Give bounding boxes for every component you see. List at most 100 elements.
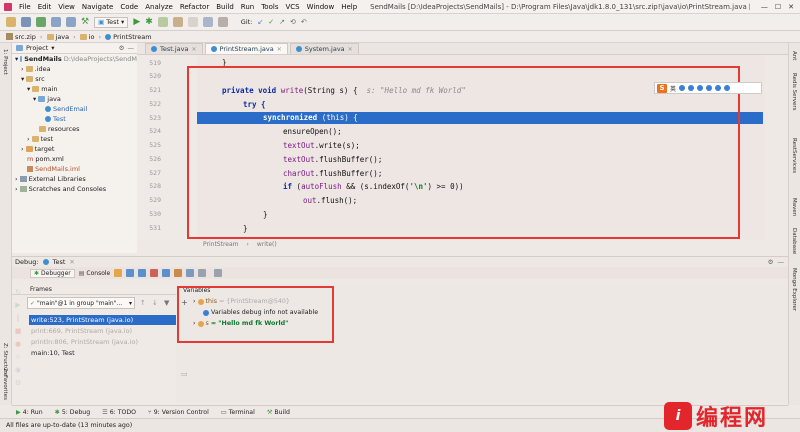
menu-file[interactable]: File [19,3,31,11]
git-revert-icon[interactable]: ↶ [301,18,307,26]
ime-tools-icon[interactable] [724,85,731,91]
tree-item-test[interactable]: › test [12,134,137,144]
tab-run[interactable]: ▶ 4: Run [16,409,43,416]
tab-version-control[interactable]: ⑂ 9: Version Control [148,409,209,416]
tree-item-sendemail[interactable]: SendEmail [12,104,137,114]
ime-voice-icon[interactable] [697,85,704,91]
run-icon[interactable]: ▶ [133,17,140,27]
git-update-icon[interactable]: ↙ [257,18,263,26]
thread-select[interactable]: ✓ "main"@1 in group "main"... ▾ [27,297,135,309]
tree-item-idea[interactable]: › .idea [12,64,137,74]
tab-todo[interactable]: ☰ 6: TODO [102,409,136,416]
close-icon[interactable]: ✕ [348,46,353,53]
frame-item[interactable]: write:523, PrintStream (java.io) [29,315,176,325]
step-into-icon[interactable] [138,269,147,277]
coverage-icon[interactable] [157,17,168,27]
breadcrumb-src-zip[interactable]: src.zip [6,33,36,41]
breadcrumb-class[interactable]: PrintStream [203,241,239,251]
frame-up-icon[interactable]: ↑ [140,299,146,307]
project-tool-tab[interactable]: 1: Project [2,49,8,75]
tab-console[interactable]: ▤ Console [79,270,111,277]
forward-icon[interactable] [66,17,76,27]
gear-icon[interactable]: ⚙ [119,44,125,52]
tree-item-scratches[interactable]: › Scratches and Consoles [12,184,137,194]
tree-item-resources[interactable]: resources [12,124,137,134]
frame-item[interactable]: println:806, PrintStream (java.io) [29,337,176,347]
hide-panel-icon[interactable]: — [128,44,138,52]
frame-item[interactable]: print:669, PrintStream (java.io) [29,326,176,336]
tab-printstream-java[interactable]: PrintStream.java ✕ [204,43,288,54]
evaluate-icon[interactable] [198,269,207,277]
run-to-cursor-icon[interactable] [186,269,195,277]
profile-icon[interactable] [172,17,183,27]
menu-run[interactable]: Run [241,3,254,11]
menu-window[interactable]: Window [307,3,335,11]
favorites-tool-tab[interactable]: 2: Favorites [2,368,8,400]
git-push-icon[interactable]: ↗ [279,18,285,26]
search-everywhere-icon[interactable] [217,17,228,27]
close-icon[interactable]: ✕ [277,46,282,53]
build-icon[interactable]: ⚒ [81,17,89,27]
tab-system-java[interactable]: System.java ✕ [289,43,359,54]
database-tool-tab[interactable]: Database [791,228,797,254]
project-header-label[interactable]: Project [26,44,48,52]
menu-vcs[interactable]: VCS [285,3,299,11]
run-config-select[interactable]: ▣ Test ▾ [94,16,129,28]
close-icon[interactable]: ✕ [192,46,197,53]
tree-item-pom[interactable]: m pom.xml [12,154,137,164]
git-commit-icon[interactable]: ✓ [268,18,274,26]
project-structure-icon[interactable] [202,17,213,27]
tree-item-iml[interactable]: SendMails.iml [12,164,137,174]
menu-help[interactable]: Help [341,3,357,11]
ime-emoji-icon[interactable] [688,85,695,91]
stop-icon[interactable] [187,17,198,27]
tab-build[interactable]: ⚒ Build [267,409,290,416]
tree-item-external-libraries[interactable]: › External Libraries [12,174,137,184]
restservices-tool-tab[interactable]: RestServices [791,138,797,173]
menu-refactor[interactable]: Refactor [180,3,209,11]
close-button[interactable]: ✕ [788,3,800,11]
maximize-button[interactable]: ☐ [775,3,781,11]
maven-tool-tab[interactable]: Maven [791,198,797,216]
gear-icon[interactable]: ⚙ [768,258,774,266]
tree-item-java[interactable]: ▾ java [12,94,137,104]
menu-edit[interactable]: Edit [38,3,52,11]
tree-item-test-class[interactable]: Test [12,114,137,124]
ime-punct-icon[interactable] [679,85,686,91]
menu-analyze[interactable]: Analyze [145,3,173,11]
breadcrumb-printstream[interactable]: PrintStream [105,33,152,41]
ime-keyboard-icon[interactable] [706,85,713,91]
menu-tools[interactable]: Tools [261,3,278,11]
mongo-tool-tab[interactable]: Mongo Explorer [791,268,797,311]
debug-config-name[interactable]: Test [53,258,66,266]
menu-build[interactable]: Build [216,3,234,11]
back-icon[interactable] [51,17,61,27]
tree-item-src[interactable]: ▾ src [12,74,137,84]
ime-mode-icon[interactable]: 英 [670,84,676,93]
save-icon[interactable] [21,17,31,27]
tab-test-java[interactable]: Test.java ✕ [145,43,203,54]
filter-icon[interactable]: ▼ [164,299,169,307]
tab-debug[interactable]: ✱ 5: Debug [55,409,91,416]
drop-frame-icon[interactable] [174,269,183,277]
tab-terminal[interactable]: ▭ Terminal [221,409,255,416]
force-step-into-icon[interactable] [150,269,159,277]
tree-item-target[interactable]: › target [12,144,137,154]
sync-icon[interactable] [36,17,46,27]
minimize-button[interactable]: — [761,3,768,11]
menu-view[interactable]: View [58,3,75,11]
git-history-icon[interactable]: ⟲ [290,18,296,26]
ant-tool-tab[interactable]: Ant [791,51,797,60]
tree-item-main[interactable]: ▾ main [12,84,137,94]
show-execution-point-icon[interactable] [114,269,123,277]
chevron-down-icon[interactable]: ▾ [51,44,54,52]
step-over-icon[interactable] [126,269,135,277]
tab-debugger[interactable]: ✱ Debugger [30,268,75,278]
breadcrumb-method[interactable]: write() [257,241,277,251]
step-out-icon[interactable] [162,269,171,277]
close-icon[interactable]: ✕ [69,258,74,266]
sogou-logo-icon[interactable]: S [657,83,667,93]
breadcrumb-io[interactable]: io [79,33,95,41]
menu-code[interactable]: Code [120,3,138,11]
debug-icon[interactable]: ✱ [145,17,153,27]
